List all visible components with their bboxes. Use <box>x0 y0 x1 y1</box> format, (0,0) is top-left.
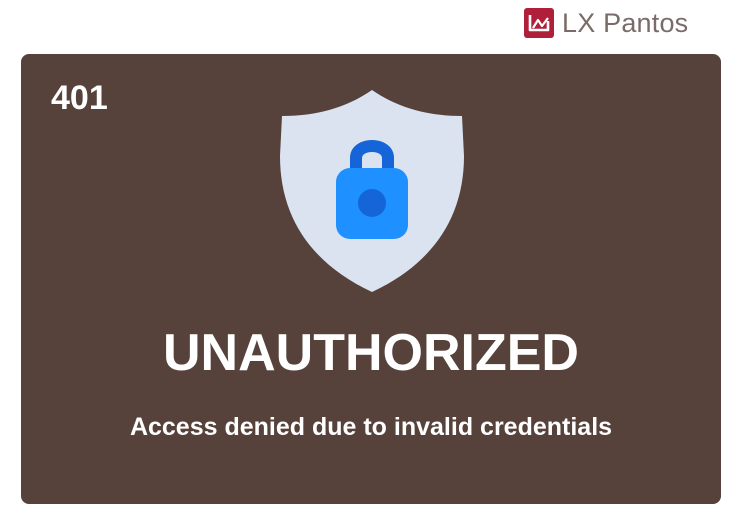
error-message: Access denied due to invalid credentials <box>129 413 613 441</box>
brand-logo: LX Pantos <box>524 8 688 38</box>
status-code: 401 <box>51 79 108 117</box>
error-title: UNAUTHORIZED <box>163 324 579 382</box>
lx-pantos-logo-icon <box>524 8 554 38</box>
lock-keyhole <box>358 189 386 217</box>
brand-name: LX Pantos <box>562 8 689 38</box>
shield-lock-icon <box>280 90 464 292</box>
error-card: 401 UNAUTHORIZED Access denied due to in… <box>21 54 721 504</box>
error-page: LX Pantos 401 UNAUTHORIZED Access denied… <box>0 0 732 514</box>
